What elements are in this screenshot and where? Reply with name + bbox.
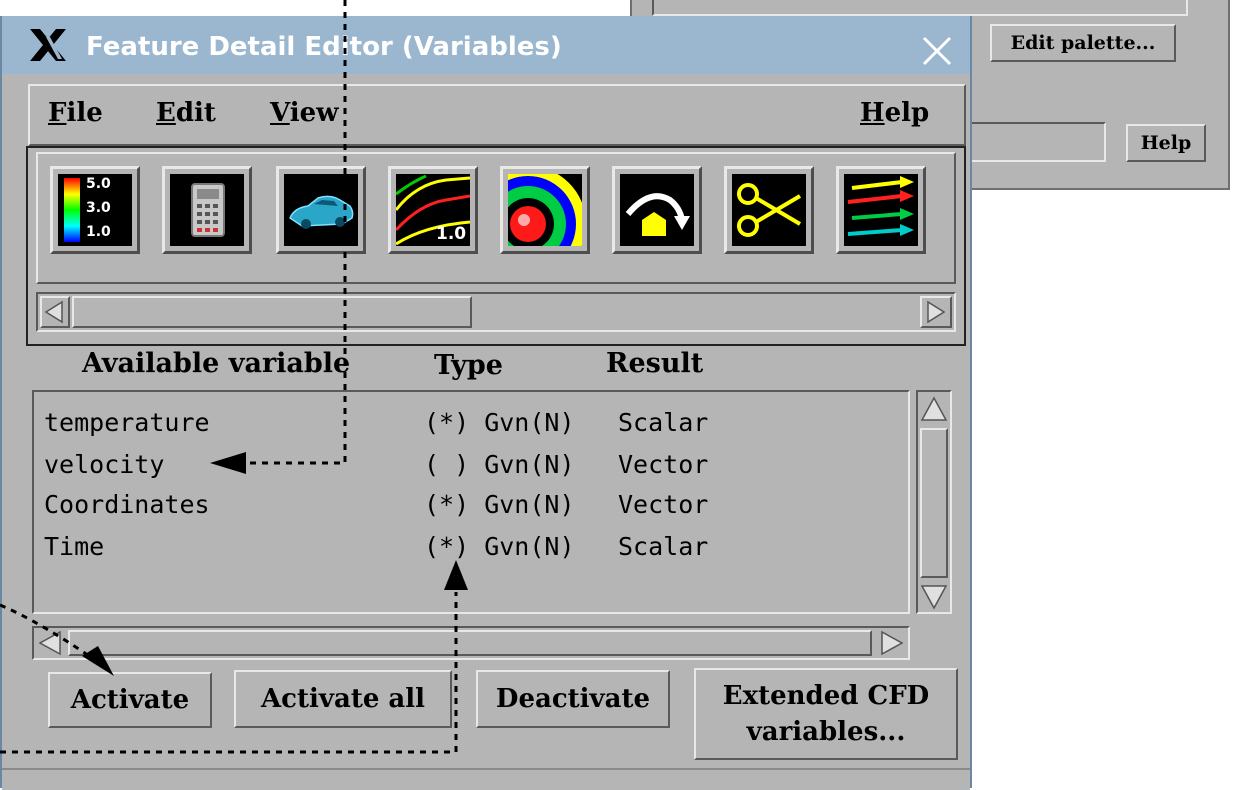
legend-label-mid: 3.0: [86, 200, 111, 216]
background-text-field[interactable]: [962, 122, 1106, 162]
extended-cfd-line2: variables...: [746, 717, 906, 747]
list-item[interactable]: Coordinates: [44, 490, 210, 519]
variable-result: Vector: [618, 490, 709, 519]
clip-scissors-icon[interactable]: [724, 166, 814, 254]
close-icon[interactable]: [920, 34, 954, 68]
car-model-icon[interactable]: [276, 166, 366, 254]
toolbar-frame: 5.0 3.0 1.0 1.0: [26, 146, 966, 346]
list-vertical-scrollbar[interactable]: [916, 390, 952, 614]
variable-result: Vector: [618, 450, 709, 479]
menu-file[interactable]: File: [48, 98, 103, 128]
x-logo-icon[interactable]: [28, 27, 68, 63]
window-bottom-edge: [2, 768, 970, 790]
header-type: Type: [434, 350, 503, 381]
extended-cfd-variables-button[interactable]: Extended CFD variables...: [694, 668, 958, 760]
color-legend-icon[interactable]: 5.0 3.0 1.0: [50, 166, 140, 254]
variable-type: (*) Gvn(N): [424, 490, 575, 519]
menu-view[interactable]: View: [270, 98, 339, 128]
variable-result: Scalar: [618, 408, 709, 437]
calculator-icon[interactable]: [162, 166, 252, 254]
list-item[interactable]: velocity: [44, 450, 164, 479]
list-scroll-thumb[interactable]: [920, 428, 948, 578]
vector-arrows-icon[interactable]: [836, 166, 926, 254]
header-available-variable: Available variable: [82, 348, 351, 379]
scroll-left-arrow-icon[interactable]: [40, 296, 70, 328]
list-horizontal-scrollbar[interactable]: [32, 626, 910, 660]
variable-type: (*) Gvn(N): [424, 408, 575, 437]
contour-lines-icon[interactable]: 1.0: [388, 166, 478, 254]
variable-list[interactable]: temperature (*) Gvn(N) Scalar velocity (…: [32, 390, 910, 614]
legend-label-low: 1.0: [86, 224, 111, 240]
edit-palette-button[interactable]: Edit palette...: [990, 24, 1176, 62]
list-scroll-left-arrow-icon[interactable]: [36, 630, 66, 656]
list-item[interactable]: temperature: [44, 408, 210, 437]
list-item[interactable]: Time: [44, 532, 104, 561]
feature-detail-editor-window: Feature Detail Editor (Variables) File E…: [0, 16, 972, 790]
menu-edit[interactable]: Edit: [156, 98, 216, 128]
scroll-up-arrow-icon[interactable]: [920, 394, 948, 424]
variable-type: ( ) Gvn(N): [424, 450, 575, 479]
variable-type: (*) Gvn(N): [424, 532, 575, 561]
particle-trace-icon[interactable]: [612, 166, 702, 254]
menu-bar: File Edit View Help: [28, 84, 966, 146]
menu-help[interactable]: Help: [860, 98, 929, 128]
activate-all-button[interactable]: Activate all: [234, 670, 452, 728]
toolbar-scroll-thumb[interactable]: [72, 296, 472, 328]
variable-name: Coordinates: [44, 490, 210, 519]
isosurface-icon[interactable]: [500, 166, 590, 254]
scroll-right-arrow-icon[interactable]: [920, 296, 952, 328]
activate-button[interactable]: Activate: [48, 672, 212, 728]
window-title: Feature Detail Editor (Variables): [86, 32, 562, 62]
title-bar[interactable]: Feature Detail Editor (Variables): [2, 16, 970, 74]
deactivate-button[interactable]: Deactivate: [476, 670, 670, 728]
extended-cfd-line1: Extended CFD: [722, 681, 930, 711]
variable-name: velocity: [44, 450, 165, 479]
variable-name: Time: [44, 532, 105, 561]
list-scroll-right-arrow-icon[interactable]: [876, 630, 906, 656]
background-help-button[interactable]: Help: [1126, 124, 1206, 162]
list-hscroll-thumb[interactable]: [68, 630, 872, 656]
header-result: Result: [606, 348, 704, 379]
scroll-down-arrow-icon[interactable]: [920, 582, 948, 612]
variable-result: Scalar: [618, 532, 709, 561]
legend-label-high: 5.0: [86, 176, 111, 192]
background-field: [652, 0, 1188, 16]
contour-label: 1.0: [436, 224, 467, 244]
variable-name: temperature: [44, 408, 210, 437]
toolbar-scrollbar[interactable]: [36, 292, 956, 332]
icon-palette: 5.0 3.0 1.0 1.0: [36, 152, 956, 284]
